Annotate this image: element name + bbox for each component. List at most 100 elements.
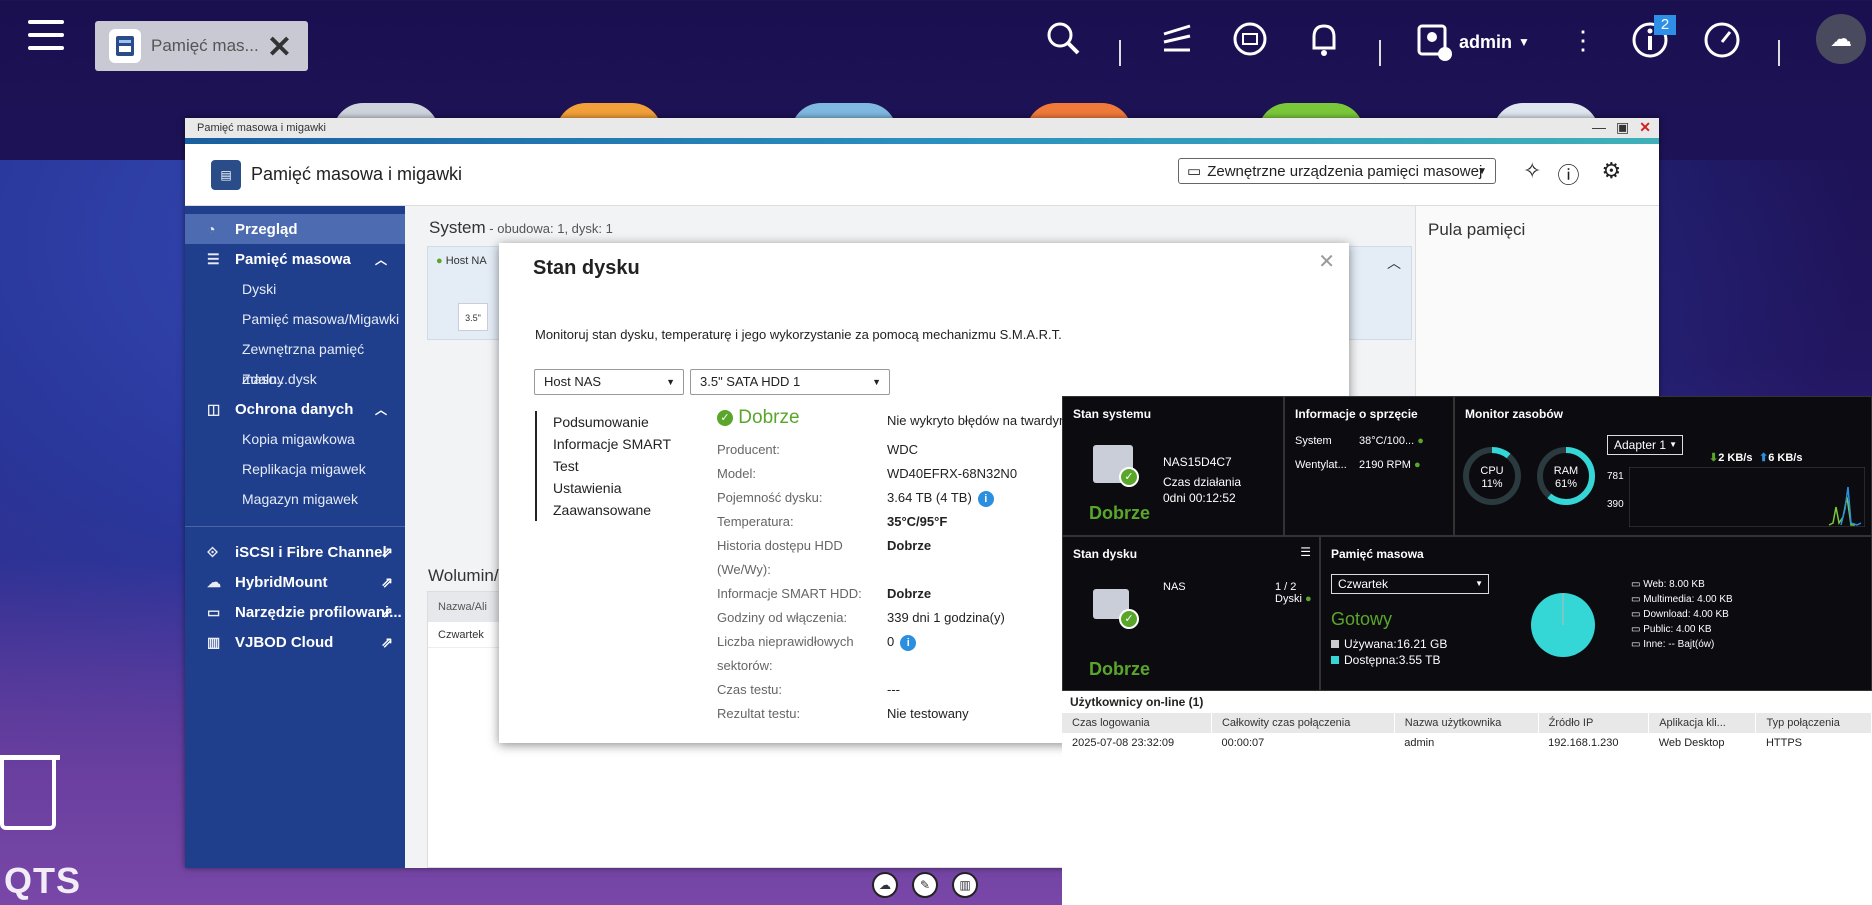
panel-title: Monitor zasobów [1465, 407, 1563, 421]
gauge-icon: ◔ [207, 221, 216, 237]
settings-gear-icon[interactable]: ⚙ [1601, 158, 1621, 190]
volume-select[interactable]: Czwartek ▼ [1331, 574, 1489, 594]
host-select[interactable]: Host NAS ▼ [534, 369, 684, 395]
close-dialog-icon[interactable]: ✕ [1318, 249, 1335, 274]
panel-dock-icon[interactable]: ▥ [952, 872, 978, 898]
hw-label: Wentylat... [1295, 459, 1347, 471]
disk-select[interactable]: 3.5" SATA HDD 1 ▼ [690, 369, 890, 395]
chevron-up-icon: ︿ [374, 252, 387, 267]
close-tab-icon[interactable]: ✕ [267, 30, 292, 65]
panel-title: Informacje o sprzęcie [1295, 407, 1418, 421]
window-titlebar[interactable]: Pamięć masowa i migawki — ▣ ✕ [185, 118, 1659, 138]
share-folder-item: ▭ Public: 4.00 KB [1631, 624, 1712, 635]
sidebar-item-disks[interactable]: Dyski [185, 274, 405, 304]
dashboard-gauge-icon[interactable] [1702, 20, 1742, 60]
sidebar-item-data-protection[interactable]: ◫ Ochrona danych ︿ [185, 394, 405, 424]
nav-summary[interactable]: Podsumowanie [553, 411, 671, 433]
share-folder-item: ▭ Web: 8.00 KB [1631, 579, 1705, 590]
field-label: Historia dostępu HDD (We/Wy): [717, 538, 843, 577]
user-menu[interactable]: admin ▼ [1415, 22, 1530, 62]
nav-settings[interactable]: Ustawienia [553, 477, 671, 499]
shield-icon: ◫ [207, 400, 221, 417]
chevron-down-icon: ▼ [1477, 165, 1487, 177]
sidebar-item-profiling-tool[interactable]: ▭ Narzędzie profilowani... ⇗ [185, 597, 405, 627]
info-icon[interactable]: i [977, 490, 994, 507]
hardware-info-panel: Informacje o sprzęcie System 38°C/100...… [1284, 396, 1454, 536]
sidebar-item-storage-snapshots[interactable]: Pamięć masowa/Migawki [185, 304, 405, 334]
taskbar-app-tab[interactable]: Pamięć mas... ✕ [95, 21, 308, 71]
tools-dock-icon[interactable]: ✎ [912, 872, 938, 898]
minimize-icon[interactable]: — [1592, 120, 1606, 134]
column-header: Typ połączenia [1755, 713, 1872, 733]
field-label: Godziny od włączenia: [717, 610, 848, 625]
sidebar-item-storage[interactable]: ☰ Pamięć masowa ︿ [185, 244, 405, 274]
free-swatch [1331, 656, 1339, 664]
adapter-select[interactable]: Adapter 1 ▼ [1607, 435, 1683, 455]
cloud-dock-icon[interactable]: ☁ [872, 872, 898, 898]
qts-brand: QTS [4, 860, 82, 901]
sidebar-item-vjbod-cloud[interactable]: ▥ VJBOD Cloud ⇗ [185, 627, 405, 657]
panel-title: Stan dysku [1073, 547, 1138, 561]
disk-status-panel: Stan dysku ☰ ✓ NAS 1 / 2 Dyski ● Dobrze [1062, 536, 1320, 691]
sidebar-item-hybridmount[interactable]: ☁ HybridMount ⇗ [185, 567, 405, 597]
collapse-chevron-icon[interactable]: ︿ [1387, 253, 1401, 273]
info-icon[interactable]: i [900, 634, 917, 651]
disk-slot[interactable]: 3.5" [458, 303, 488, 331]
maximize-icon[interactable]: ▣ [1616, 120, 1629, 134]
sidebar-item-iscsi[interactable]: ⟐ iSCSI i Fibre Channel ⇗ [185, 537, 405, 567]
nav-advanced[interactable]: Zaawansowane [553, 499, 671, 521]
cloud-icon[interactable]: ☁ [1816, 14, 1866, 64]
help-icon[interactable]: ⓘ [1557, 158, 1579, 190]
nav-smart-info[interactable]: Informacje SMART [553, 433, 671, 455]
share-folder-item: ▭ Download: 4.00 KB [1631, 609, 1729, 620]
chevron-down-icon: ▼ [1475, 579, 1483, 588]
notifications-bell-icon[interactable] [1304, 20, 1344, 60]
capacity-value: 3.64 TB (4 TB) [887, 490, 972, 505]
check-icon: ● [1304, 593, 1312, 605]
disk-count: 1 / 2 Dyski ● [1275, 581, 1312, 605]
external-storage-select[interactable]: ▭ Zewnętrzne urządzenia pamięci masowej … [1178, 158, 1496, 184]
test-time-value: --- [887, 682, 900, 697]
sidebar-item-label: VJBOD Cloud [235, 633, 334, 651]
sidebar-item-remote-disk[interactable]: Zdalny dysk [185, 364, 405, 394]
chevron-down-icon: ▼ [1518, 35, 1530, 49]
dialog-description: Monitoruj stan dysku, temperaturę i jego… [535, 327, 1062, 342]
dialog-nav: Podsumowanie Informacje SMART Test Ustaw… [535, 411, 671, 521]
sidebar: ◔ Przegląd ☰ Pamięć masowa ︿ Dyski Pamięć m… [185, 206, 405, 868]
sidebar-item-snapshot-replication[interactable]: Replikacja migawek [185, 454, 405, 484]
close-window-icon[interactable]: ✕ [1639, 120, 1651, 134]
diagnostics-icon[interactable]: ✧ [1523, 158, 1541, 190]
sidebar-divider [185, 526, 405, 527]
storage-app-icon [109, 29, 141, 63]
table-row[interactable]: 2025-07-08 23:32:09 00:00:07 admin 192.1… [1062, 733, 1872, 753]
model-value: WD40EFRX-68N32N0 [887, 466, 1018, 481]
volume-heading: Wolumin/ [428, 566, 499, 585]
field-label: Liczba nieprawidłowych sektorów: [717, 634, 854, 673]
nav-test[interactable]: Test [553, 455, 671, 477]
arrow-up-icon: ⬆ [1759, 452, 1769, 464]
column-header: Czas logowania [1062, 713, 1212, 733]
sync-icon[interactable] [1230, 20, 1270, 60]
search-icon[interactable] [1043, 20, 1083, 60]
online-users-panel: Użytkownicy on-line (1) Czas logowania C… [1062, 691, 1872, 905]
trash-icon[interactable] [0, 760, 56, 830]
field-label: Model: [717, 466, 757, 481]
tasks-icon[interactable] [1156, 20, 1196, 60]
more-options-icon[interactable]: ⋮ [1563, 20, 1603, 60]
pool-heading: Pula pamięci [1428, 220, 1526, 239]
axis-label: 390 [1607, 499, 1624, 510]
sidebar-item-overview[interactable]: ◔ Przegląd [185, 214, 405, 244]
window-titlebar-text: Pamięć masowa i migawki [197, 122, 326, 134]
sidebar-item-snapshot-backup[interactable]: Kopia migawkowa [185, 424, 405, 454]
notification-count-badge: 2 [1654, 15, 1676, 35]
main-menu-icon[interactable] [28, 20, 64, 54]
nas-name: NAS15D4C7 [1163, 455, 1232, 469]
sidebar-item-snapshot-vault[interactable]: Magazyn migawek [185, 484, 405, 514]
sidebar-item-external-storage[interactable]: Zewnętrzna pamięć maso... [185, 334, 405, 387]
list-icon[interactable]: ☰ [1300, 545, 1311, 559]
cpu-gauge-label: CPU 11% [1480, 465, 1504, 490]
chevron-down-icon: ▼ [872, 377, 881, 387]
storage-app-logo-icon: ▤ [211, 159, 241, 190]
field-label: Temperatura: [717, 514, 794, 529]
field-label: Czas testu: [717, 682, 783, 697]
